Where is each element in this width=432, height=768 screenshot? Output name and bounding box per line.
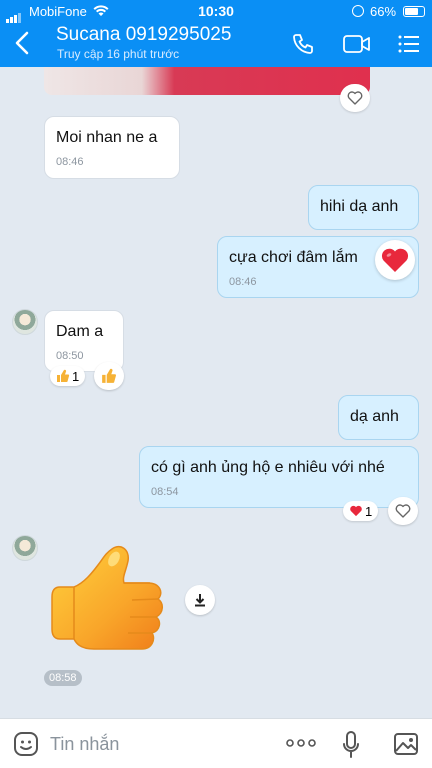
message-time: 08:50 xyxy=(56,350,84,362)
battery-percent: 66% xyxy=(370,4,397,19)
mic-icon[interactable] xyxy=(342,731,360,759)
reaction-summary[interactable]: 1 xyxy=(343,501,379,521)
message-text: Moi nhan ne a xyxy=(56,129,158,146)
heart-outline-icon xyxy=(347,91,363,105)
shared-photo[interactable] xyxy=(44,67,370,95)
message-outgoing[interactable]: hihi dạ anh xyxy=(308,185,419,230)
message-input-bar: Tin nhắn xyxy=(0,718,432,768)
heart-react-button[interactable] xyxy=(388,497,418,525)
clock: 10:30 xyxy=(198,3,234,19)
heart-icon xyxy=(381,248,409,272)
rotation-lock-icon xyxy=(352,5,364,17)
last-seen-status: Truy cập 16 phút trước xyxy=(57,47,180,61)
download-icon xyxy=(195,594,205,607)
message-outgoing[interactable]: dạ anh xyxy=(338,395,419,440)
message-time: 08:46 xyxy=(229,276,257,288)
status-bar: MobiFone 10:30 66% xyxy=(0,0,432,23)
chat-header: MobiFone 10:30 66% Sucana 0919295025 Tru… xyxy=(0,0,432,67)
thumbs-up-sticker[interactable] xyxy=(50,543,166,655)
video-call-icon[interactable] xyxy=(343,34,371,54)
more-icon[interactable] xyxy=(286,739,316,747)
message-text: có gì anh ủng hộ e nhiêu với nhé xyxy=(151,459,385,476)
sticker-time: 08:58 xyxy=(44,670,82,686)
avatar[interactable] xyxy=(12,309,38,335)
message-text: hihi dạ anh xyxy=(320,198,399,215)
heart-icon xyxy=(350,505,362,517)
reaction-summary[interactable]: 1 xyxy=(50,366,86,386)
reaction-count: 1 xyxy=(72,368,80,384)
heart-reaction[interactable] xyxy=(375,240,415,280)
thumbs-up-react-button[interactable] xyxy=(94,362,124,390)
image-icon[interactable] xyxy=(393,731,419,757)
heart-outline-icon xyxy=(395,504,411,518)
message-time: 08:46 xyxy=(56,156,84,168)
message-time: 08:54 xyxy=(151,486,179,498)
avatar[interactable] xyxy=(12,535,38,561)
phone-icon[interactable] xyxy=(291,32,315,56)
contact-name[interactable]: Sucana 0919295025 xyxy=(56,24,231,46)
battery-icon xyxy=(403,6,425,17)
reaction-count: 1 xyxy=(365,503,373,519)
download-button[interactable] xyxy=(185,585,215,615)
message-text: dạ anh xyxy=(350,408,399,425)
message-outgoing[interactable]: có gì anh ủng hộ e nhiêu với nhé 08:54 xyxy=(139,446,419,508)
message-input[interactable]: Tin nhắn xyxy=(50,734,119,755)
message-incoming[interactable]: Moi nhan ne a 08:46 xyxy=(44,116,180,179)
menu-icon[interactable] xyxy=(398,35,420,53)
sticker-icon[interactable] xyxy=(13,731,39,757)
back-icon[interactable] xyxy=(12,30,34,56)
message-text: Dam a xyxy=(56,323,104,340)
photo-react-button[interactable] xyxy=(340,84,370,112)
thumbs-up-icon xyxy=(57,369,70,383)
thumbs-up-icon xyxy=(102,368,116,383)
